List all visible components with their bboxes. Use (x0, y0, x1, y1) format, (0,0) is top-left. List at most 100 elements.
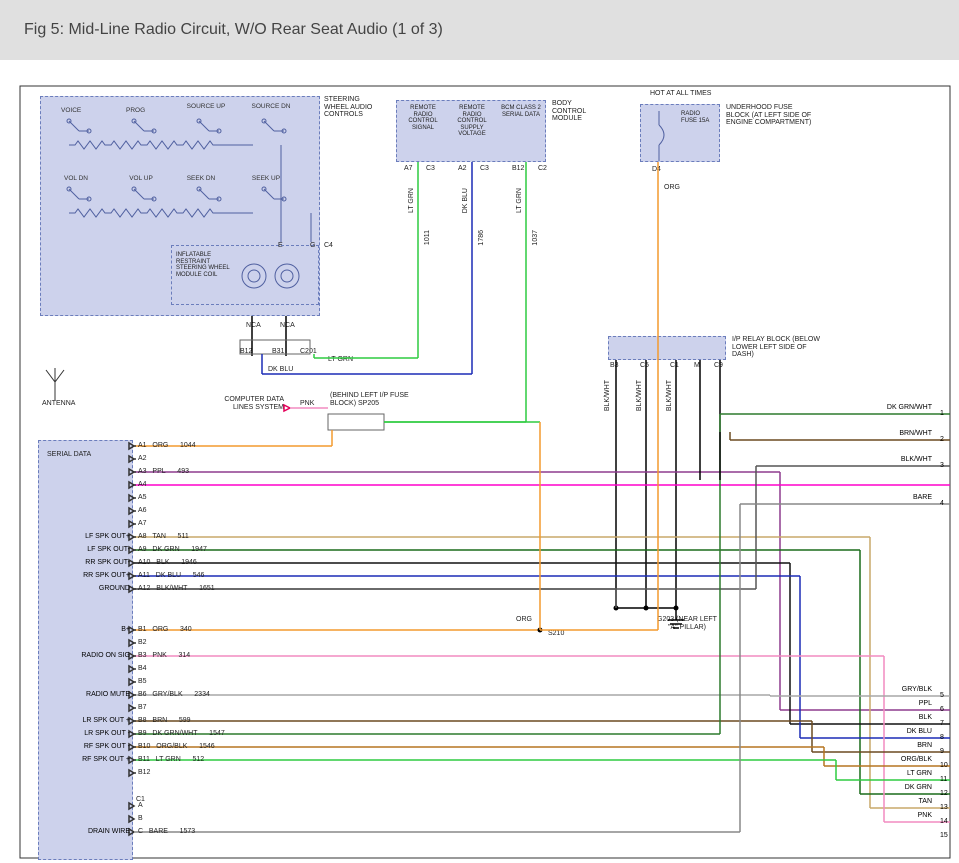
right-wire-num: 3 (940, 462, 957, 469)
bcm-pc2: C3 (480, 165, 489, 173)
right-wire-num: 12 (940, 790, 957, 797)
pin-label: B11 LT GRN 512 (138, 756, 204, 763)
pin-label: A10 BLK 1946 (138, 559, 197, 566)
right-wire-num: 9 (940, 748, 957, 755)
g203-label: G203 (NEAR LEFT "A" PILLAR) (656, 616, 718, 631)
pin-label: B5 (138, 678, 164, 685)
right-wire-color: DK GRN (880, 784, 932, 791)
nca-1: NCA (246, 322, 261, 330)
pin-label: A3 PPL 493 (138, 468, 189, 475)
bcm-p2: A2 (458, 165, 467, 173)
pin-label: A5 (138, 494, 164, 501)
right-wire-num: 13 (940, 804, 957, 811)
radio-signal-label: LR SPK OUT + (0, 717, 130, 724)
right-wire-num: 2 (940, 436, 957, 443)
serial-data-label: SERIAL DATA (47, 451, 91, 459)
iprelay-p2: C1 (670, 362, 679, 370)
coil-box: INFLATABLE RESTRAINT STEERING WHEEL MODU… (171, 245, 319, 305)
c201-lbl: C201 (300, 348, 317, 356)
right-wire-color: ORG/BLK (880, 756, 932, 763)
fuse-pin: D4 (652, 166, 661, 174)
radio-signal-label: LR SPK OUT - (0, 730, 130, 737)
right-wire-color: DK GRN/WHT (880, 404, 932, 411)
pin-label: B1 ORG 340 (138, 626, 192, 633)
fuseblock-title: UNDERHOOD FUSE BLOCK (AT LEFT SIDE OF EN… (726, 104, 816, 127)
c1-label: C1 (136, 796, 145, 804)
bcm-pc3: C2 (538, 165, 547, 173)
pin-label: B4 (138, 665, 164, 672)
right-wire-color: GRY/BLK (880, 686, 932, 693)
radio-signal-label: B+ (0, 626, 130, 633)
bcm-c1: REMOTE RADIO CONTROL SIGNAL (403, 105, 443, 131)
pin-label: B8 BRN 599 (138, 717, 191, 724)
pin-label: A9 DK GRN 1947 (138, 546, 207, 553)
figure-title: Fig 5: Mid-Line Radio Circuit, W/O Rear … (24, 21, 443, 39)
radio-signal-label: RR SPK OUT+ (0, 572, 130, 579)
bcm-n2: 1786 (478, 230, 486, 246)
coil-svg (172, 246, 320, 306)
iprelay-p0: B3 (610, 362, 619, 370)
right-wire-color: BARE (880, 494, 932, 501)
iprelay-p3: M (694, 362, 700, 370)
pin-label: A4 (138, 481, 164, 488)
ip-relay-title: I/P RELAY BLOCK (BELOW LOWER LEFT SIDE O… (732, 336, 822, 359)
right-wire-color: BLK/WHT (880, 456, 932, 463)
right-wire-num: 4 (940, 500, 957, 507)
bcm-c3: BCM CLASS 2 SERIAL DATA (501, 105, 541, 118)
pin-label: A2 (138, 455, 164, 462)
right-wire-color: TAN (880, 798, 932, 805)
relay-bw2: BLK/WHT (636, 380, 644, 411)
bcm-title: BODY CONTROL MODULE (552, 100, 604, 123)
fuse-svg (641, 105, 721, 163)
b12-lbl: B12 (240, 348, 252, 356)
radio-signal-label: DRAIN WIRE (0, 828, 130, 835)
fuse-wire: ORG (664, 184, 680, 192)
steering-title: STEERING WHEEL AUDIO CONTROLS (324, 96, 374, 119)
b31-lbl: B31 (272, 348, 284, 356)
ip-relay-block-box (608, 336, 726, 360)
right-wire-color: DK BLU (880, 728, 932, 735)
right-wire-color: BRN (880, 742, 932, 749)
bcm-pc1: C3 (426, 165, 435, 173)
steering-wheel-audio-controls-box: VOICE PROG SOURCE UP SOURCE DN VOL DN VO… (40, 96, 320, 316)
datasys-label: COMPUTER DATA LINES SYSTEM (224, 396, 284, 411)
pin-label: B3 PNK 314 (138, 652, 190, 659)
datasys-wire: PNK (300, 400, 314, 408)
pin-label: A1 ORG 1044 (138, 442, 196, 449)
radio-signal-label: LF SPK OUT- (0, 546, 130, 553)
bcm-p1: A7 (404, 165, 413, 173)
right-wire-num: 7 (940, 720, 957, 727)
radio-signal-label: RF SPK OUT + (0, 756, 130, 763)
bcm-c2: REMOTE RADIO CONTROL SUPPLY VOLTAGE (451, 105, 493, 138)
right-wire-num: 10 (940, 762, 957, 769)
nca-2: NCA (280, 322, 295, 330)
right-wire-num: 6 (940, 706, 957, 713)
bcm-n1: 1011 (424, 230, 432, 245)
bcm-w3: LT GRN (516, 188, 524, 213)
bcm-n3: 1037 (532, 230, 540, 246)
right-wire-color: PNK (880, 812, 932, 819)
pin-label: B10 ORG/BLK 1546 (138, 743, 215, 750)
pin-label: A6 (138, 507, 164, 514)
right-wire-num: 15 (940, 832, 957, 839)
bcm-w2: DK BLU (462, 188, 470, 213)
dkblu-lbl: DK BLU (268, 366, 293, 374)
pin-e: E (278, 242, 283, 250)
pin-label: B12 (138, 769, 168, 776)
right-wire-num: 5 (940, 692, 957, 699)
wiring-diagram-canvas: VOICE PROG SOURCE UP SOURCE DN VOL DN VO… (0, 60, 959, 860)
radio-signal-label: RADIO ON SIG (0, 652, 130, 659)
antenna-icon (40, 364, 80, 404)
hot-label: HOT AT ALL TIMES (650, 90, 711, 98)
relay-bw3: BLK/WHT (666, 380, 674, 411)
bcm-w1: LT GRN (408, 188, 416, 213)
pin-label: A11 DK BLU 546 (138, 572, 204, 579)
radio-signal-label: RR SPK OUT- (0, 559, 130, 566)
radio-signal-label: LF SPK OUT+ (0, 533, 130, 540)
right-wire-color: BRN/WHT (880, 430, 932, 437)
radio-signal-label: RF SPK OUT - (0, 743, 130, 750)
figure-title-bar: Fig 5: Mid-Line Radio Circuit, W/O Rear … (0, 0, 959, 60)
ltgrn-lbl: LT GRN (328, 356, 353, 364)
pin-label: B9 DK GRN/WHT 1547 (138, 730, 225, 737)
pin-label: C BARE 1573 (138, 828, 195, 835)
